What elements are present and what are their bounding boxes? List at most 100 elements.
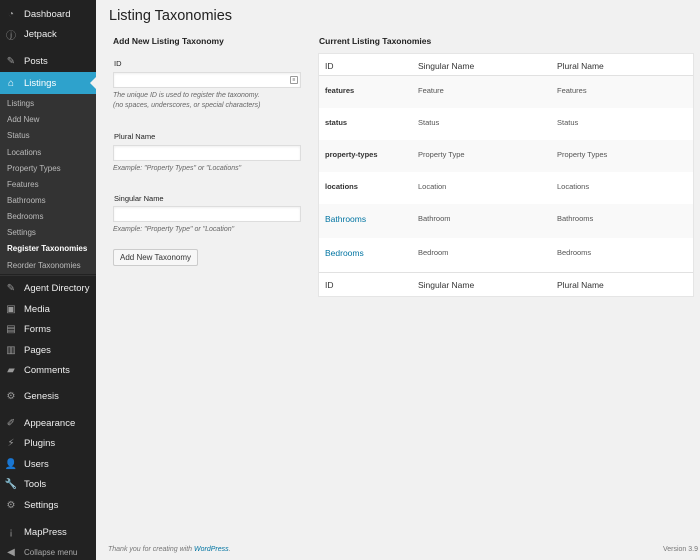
comments-icon: ▰ bbox=[7, 364, 15, 376]
plural-name-cell: Features bbox=[557, 86, 587, 95]
footer-version: Version 3.9 bbox=[662, 546, 698, 553]
column-header: Singular Name bbox=[418, 61, 475, 71]
submenu-item-reorder-taxonomies[interactable]: Reorder Taxonomies bbox=[7, 261, 81, 270]
column-header: Plural Name bbox=[557, 61, 604, 71]
appearance-icon: ✐ bbox=[6, 417, 16, 429]
taxonomy-id: status bbox=[325, 118, 348, 127]
singular-name-label: Singular Name bbox=[114, 194, 164, 203]
forms-icon: ▤ bbox=[6, 323, 16, 335]
wordpress-link[interactable]: WordPress bbox=[194, 546, 229, 553]
singular-name-cell: Feature bbox=[418, 86, 444, 95]
table-footer-row: ID Singular Name Plural Name bbox=[319, 272, 693, 296]
sidebar-item-media[interactable]: ▣ Media bbox=[0, 299, 96, 319]
sidebar-item-tools[interactable]: 🔧 Tools bbox=[0, 474, 96, 494]
plural-name-input[interactable] bbox=[113, 145, 301, 161]
home-icon: ⌂ bbox=[7, 77, 15, 89]
plural-name-label: Plural Name bbox=[114, 132, 156, 141]
add-new-taxonomy-button[interactable]: Add New Taxonomy bbox=[113, 249, 198, 266]
submenu-item-add-new[interactable]: Add New bbox=[7, 115, 39, 124]
menu-separator bbox=[0, 274, 96, 275]
taxonomies-table: ID Singular Name Plural Name features Featur… bbox=[318, 53, 694, 297]
plural-name-cell: Locations bbox=[557, 182, 590, 191]
admin-sidebar: Listings Add New Status Locations Property T… bbox=[0, 0, 96, 560]
singular-name-cell: Bathroom bbox=[418, 214, 451, 223]
collapse-icon: ◀ bbox=[7, 546, 15, 558]
id-field-icon: ≡ bbox=[290, 76, 298, 84]
singular-name-help: Example: "Property Type" or "Location" bbox=[113, 226, 235, 233]
column-footer: Singular Name bbox=[418, 280, 475, 290]
submenu-item-bathrooms[interactable]: Bathrooms bbox=[7, 196, 46, 205]
sidebar-item-listings[interactable]: ⌂ Listings bbox=[0, 72, 96, 94]
menu-separator bbox=[0, 381, 96, 382]
sidebar-item-agent-directory[interactable]: ✎ Agent Directory bbox=[0, 278, 96, 298]
table-row: property-types Property Type Property Type… bbox=[319, 140, 693, 172]
tools-icon: 🔧 bbox=[4, 478, 18, 490]
id-input[interactable]: ≡ bbox=[113, 72, 301, 88]
genesis-icon: ⚙ bbox=[6, 390, 16, 402]
table-header-row: ID Singular Name Plural Name bbox=[319, 54, 693, 76]
media-icon: ▣ bbox=[6, 303, 16, 315]
table-row: locations Location Locations bbox=[319, 172, 693, 204]
taxonomy-id[interactable]: Bathrooms bbox=[325, 214, 366, 224]
main-content: Listing Taxonomies Add New Listing Taxon… bbox=[96, 0, 700, 560]
submenu-item-register-taxonomies[interactable]: Register Taxonomies bbox=[7, 244, 87, 253]
settings-icon: ⚙ bbox=[6, 499, 16, 511]
taxonomy-id[interactable]: Bedrooms bbox=[325, 248, 364, 258]
users-icon: 👤 bbox=[4, 458, 18, 470]
column-footer: Plural Name bbox=[557, 280, 604, 290]
sidebar-item-posts[interactable]: ✎ Posts bbox=[0, 51, 96, 71]
table-row: Bedrooms Bedroom Bedrooms bbox=[319, 238, 693, 272]
singular-name-cell: Status bbox=[418, 118, 440, 127]
add-taxonomy-heading: Add New Listing Taxonomy bbox=[113, 36, 224, 46]
pin-icon: ✎ bbox=[6, 55, 16, 67]
sidebar-item-genesis[interactable]: ⚙ Genesis bbox=[0, 386, 96, 406]
current-taxonomies-heading: Current Listing Taxonomies bbox=[319, 36, 432, 46]
sidebar-item-pages[interactable]: ▥ Pages bbox=[0, 340, 96, 360]
sidebar-item-settings[interactable]: ⚙ Settings bbox=[0, 495, 96, 515]
sidebar-item-forms[interactable]: ▤ Forms bbox=[0, 319, 96, 339]
mappress-icon: ¡ bbox=[9, 526, 13, 538]
plural-name-cell: Bathrooms bbox=[557, 214, 594, 223]
sidebar-item-users[interactable]: 👤 Users bbox=[0, 454, 96, 474]
pages-icon: ▥ bbox=[6, 344, 16, 356]
submenu-item-status[interactable]: Status bbox=[7, 131, 30, 140]
submenu-item-property-types[interactable]: Property Types bbox=[7, 164, 61, 173]
sidebar-item-mappress[interactable]: ¡ MapPress bbox=[0, 522, 96, 542]
plural-name-cell: Property Types bbox=[557, 150, 608, 159]
taxonomy-id: features bbox=[325, 86, 355, 95]
table-row: features Feature Features bbox=[319, 76, 693, 108]
submenu-item-settings[interactable]: Settings bbox=[7, 228, 36, 237]
sidebar-item-plugins[interactable]: ⚡ Plugins bbox=[0, 433, 96, 453]
menu-separator bbox=[0, 408, 96, 409]
table-row: Bathrooms Bathroom Bathrooms bbox=[319, 204, 693, 238]
plural-name-cell: Bedrooms bbox=[557, 248, 592, 257]
submenu-item-locations[interactable]: Locations bbox=[7, 148, 41, 157]
singular-name-cell: Location bbox=[418, 182, 447, 191]
sidebar-item-appearance[interactable]: ✐ Appearance bbox=[0, 413, 96, 433]
sidebar-item-jetpack[interactable]: ⓙ Jetpack bbox=[0, 24, 96, 44]
page-title: Listing Taxonomies bbox=[109, 8, 233, 24]
column-header: ID bbox=[325, 61, 334, 71]
pin-icon: ✎ bbox=[6, 282, 16, 294]
plural-name-cell: Status bbox=[557, 118, 579, 127]
table-row: status Status Status bbox=[319, 108, 693, 140]
plural-name-help: Example: "Property Types" or "Locations" bbox=[113, 165, 242, 172]
listings-submenu: Listings Add New Status Locations Property T… bbox=[0, 92, 96, 276]
plugins-icon: ⚡ bbox=[7, 437, 15, 449]
sidebar-item-collapse-menu[interactable]: ◀ Collapse menu bbox=[0, 542, 96, 560]
sidebar-item-comments[interactable]: ▰ Comments bbox=[0, 360, 96, 380]
footer-thanks: Thank you for creating with WordPress. bbox=[108, 546, 231, 553]
singular-name-cell: Bedroom bbox=[418, 248, 449, 257]
jetpack-icon: ⓙ bbox=[6, 30, 16, 42]
taxonomy-id: locations bbox=[325, 182, 358, 191]
id-help: The unique ID is used to register the ta… bbox=[113, 92, 261, 109]
column-footer: ID bbox=[325, 280, 334, 290]
submenu-item-bedrooms[interactable]: Bedrooms bbox=[7, 212, 43, 221]
sidebar-item-dashboard[interactable]: ◔ Dashboard bbox=[0, 4, 96, 24]
submenu-item-listings[interactable]: Listings bbox=[7, 99, 34, 108]
dashboard-icon: ◔ bbox=[7, 8, 15, 20]
taxonomy-id: property-types bbox=[325, 150, 378, 159]
id-label: ID bbox=[114, 59, 122, 68]
submenu-item-features[interactable]: Features bbox=[7, 180, 39, 189]
singular-name-input[interactable] bbox=[113, 206, 301, 222]
